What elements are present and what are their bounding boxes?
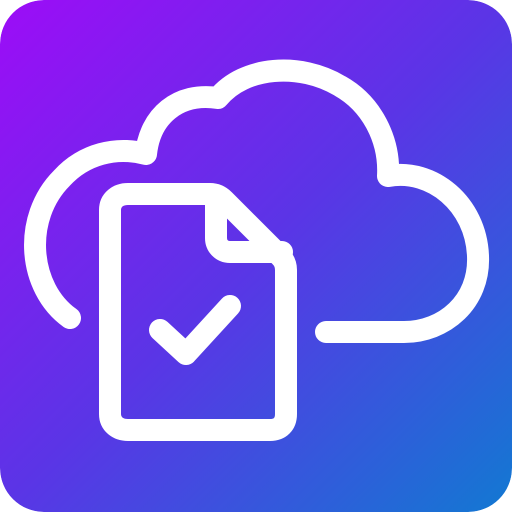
app-icon-graphic bbox=[0, 0, 512, 512]
app-icon bbox=[0, 0, 512, 512]
